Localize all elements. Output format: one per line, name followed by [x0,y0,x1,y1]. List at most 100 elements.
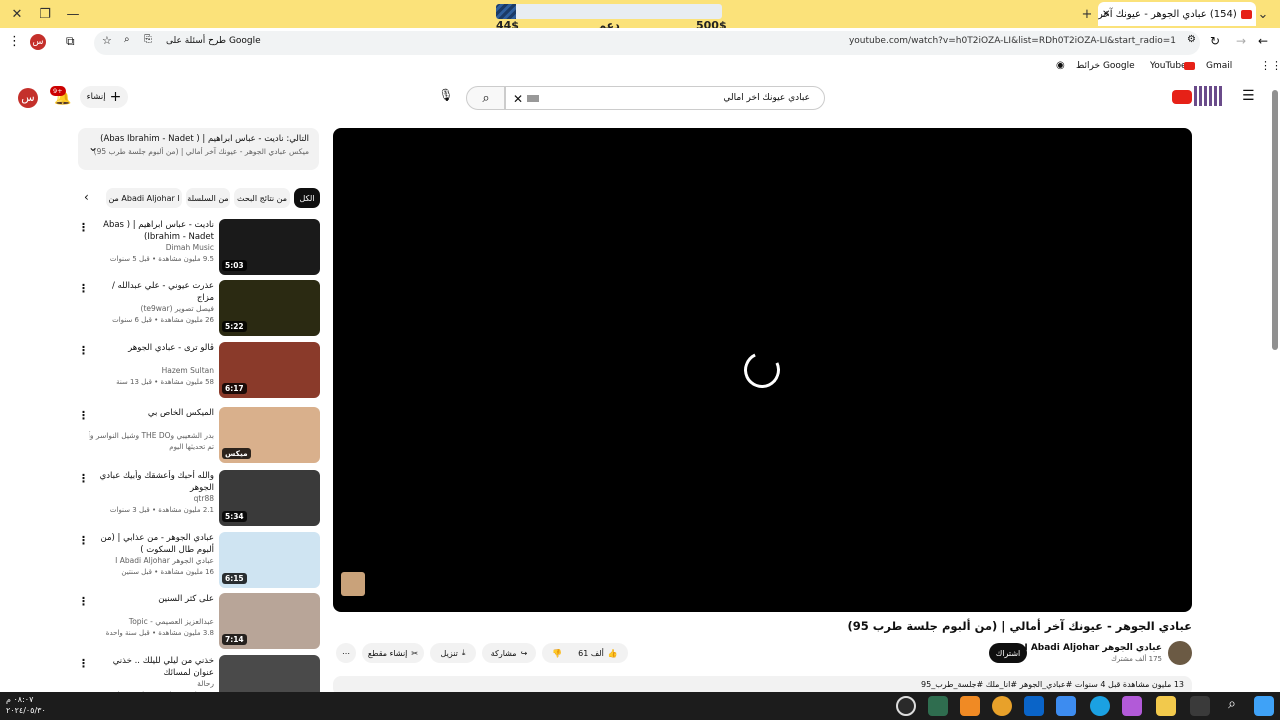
store-taskbar-icon[interactable] [1056,696,1076,716]
subscribe-button[interactable]: اشتراك [989,643,1027,663]
video-item-title[interactable]: خذني من ليلي لليلك .. خذني عنوان لمسائك [94,655,214,679]
extensions-icon[interactable]: ⧉ [66,34,75,49]
search-button[interactable]: ⌕ [466,86,506,110]
video-player[interactable] [333,128,1192,612]
tab-search-icon[interactable]: ⌄ [1246,0,1280,28]
browser-tab[interactable]: (154) عبادي الجوهر - عيونك آخر ✕ [1098,2,1256,26]
profile-avatar[interactable]: س [30,34,46,50]
video-item-title[interactable]: والله أحبك وأعشقك وأبيك عبادي الجوهر [94,470,214,494]
video-item-menu-icon[interactable]: ⋮ [78,595,89,608]
windows-start-icon[interactable] [1254,696,1274,716]
video-item-menu-icon[interactable]: ⋮ [78,657,89,670]
expand-chevron-icon[interactable]: ⌄ [88,140,98,154]
video-item-menu-icon[interactable]: ⋮ [78,344,89,357]
playlist-header[interactable]: التالي: ناديت - عباس ابراهيم | ( Abas Ib… [78,128,319,170]
video-item-title[interactable]: ڤالو ترى - عبادي الجوهر [94,342,214,354]
playlist-video-item[interactable]: خذني من ليلي لليلك .. خذني عنوان لمسائك ر… [78,655,320,692]
chip-search-results[interactable]: من نتائج البحث [234,188,290,208]
share-button[interactable]: مشاركة ↪ [482,643,536,663]
chips-prev-chevron-icon[interactable]: ‹ [84,190,89,204]
taskbar-search-icon[interactable]: ⌕ [1222,696,1242,716]
video-thumbnail[interactable]: 5:34 [219,470,320,526]
video-item-title[interactable]: على كثر السنين [94,593,214,605]
youtube-doodle-logo[interactable] [1194,86,1224,106]
playlist-video-item[interactable]: 5:03 ناديت - عباس ابراهيم | ( Abas Ibrahi… [78,219,320,275]
edge-taskbar-icon[interactable] [1090,696,1110,716]
task-view-icon[interactable] [1190,696,1210,716]
video-item-menu-icon[interactable]: ⋮ [78,409,89,422]
forward-icon[interactable]: → [1236,34,1246,48]
like-icon[interactable]: 👍 [608,649,618,658]
video-item-menu-icon[interactable]: ⋮ [78,472,89,485]
video-thumbnail[interactable]: 7:14 [219,593,320,649]
taskbar-app-icon[interactable] [928,696,948,716]
taskbar-app-icon[interactable] [960,696,980,716]
url-text[interactable]: youtube.com/watch?v=h0T2iOZA-LI&list=RDh… [849,36,1176,46]
back-icon[interactable]: ← [1258,34,1268,48]
playlist-video-item[interactable]: 5:34 والله أحبك وأعشقك وأبيك عبادي الجوهر… [78,470,320,526]
chrome-taskbar-icon[interactable] [992,696,1012,716]
more-actions-button[interactable]: ⋯ [336,643,356,663]
taskbar-time[interactable]: ٠٨:٠٧ م [6,695,33,704]
hamburger-menu-icon[interactable]: ☰ [1242,88,1255,104]
bookmark-gmail[interactable]: Gmail [1206,61,1232,71]
apps-grid-icon[interactable]: ⋮⋮ [1260,59,1280,72]
video-thumbnail[interactable]: ميكس [219,407,320,463]
dislike-icon[interactable]: 👎 [552,649,562,658]
user-avatar[interactable]: س [18,88,38,108]
video-item-title[interactable]: الميكس الخاص بي [94,407,214,419]
video-item-channel[interactable]: Dimah Music [89,243,214,252]
playlist-video-item[interactable]: ميكس الميكس الخاص بي بدر الشعيبي وTHE DO و… [78,407,320,463]
video-item-menu-icon[interactable]: ⋮ [78,221,89,234]
video-item-title[interactable]: عبادي الجوهر - من عذابي | (من ألبوم طال … [94,532,214,556]
video-item-channel[interactable]: عبدالعزيز العصيمي - Topic [89,617,214,626]
bookmark-star-icon[interactable]: ☆ [102,34,112,47]
search-input[interactable]: عبادي عيونك اخر امالي ✕ [504,86,825,110]
omnibox[interactable]: ☆ ⌕ ⎘ طرح أسئلة على Google youtube.com/w… [94,31,1200,55]
video-thumbnail[interactable]: 5:22 [219,280,320,336]
chip-from-channel[interactable]: من Abadi Aljohar l [106,188,182,208]
bookmark-maps[interactable]: خرائط Google [1076,61,1135,71]
bookmark-youtube[interactable]: YouTube [1150,61,1187,71]
download-button[interactable]: تنزيل ⤓ [430,643,476,663]
copilot-taskbar-icon[interactable] [1122,696,1142,716]
playlist-video-item[interactable]: 6:17 ڤالو ترى - عبادي الجوهر Hazem Sultan 5… [78,342,320,398]
video-thumbnail[interactable]: 6:17 [219,342,320,398]
outlook-taskbar-icon[interactable] [1024,696,1044,716]
video-item-channel[interactable]: qtr88 [89,494,214,503]
clip-button[interactable]: إنشاء مقطع ✂ [362,643,424,663]
video-item-channel[interactable]: فيصل تصوير (te9war) [89,304,215,313]
video-thumbnail[interactable] [219,655,320,692]
chip-from-series[interactable]: من السلسلة [186,188,230,208]
zoom-icon[interactable]: ⌕ [124,34,130,45]
video-item-channel[interactable]: بدر الشعيبي وTHE DO وشيل النواسر وآخرون [89,431,214,440]
create-button[interactable]: إنشاء + [80,86,128,108]
tab-close-icon[interactable]: ✕ [1102,9,1110,20]
playlist-video-item[interactable]: 7:14 على كثر السنين عبدالعزيز العصيمي - To… [78,593,320,649]
chip-all[interactable]: الكل [294,188,320,208]
taskbar-app-icon[interactable] [896,696,916,716]
video-item-title[interactable]: عذرت عيوني - علي عبدالله / مزاج [94,280,214,304]
playlist-video-item[interactable]: 5:22 عذرت عيوني - علي عبدالله / مزاج فيصل … [78,280,320,336]
channel-avatar[interactable] [1168,641,1192,665]
ask-google-button[interactable]: طرح أسئلة على Google [166,36,261,46]
video-thumbnail[interactable]: 5:03 [219,219,320,275]
video-item-menu-icon[interactable]: ⋮ [78,534,89,547]
screenshot-icon[interactable]: ⎘ [144,34,152,45]
minimize-window-icon[interactable]: — [56,0,90,28]
video-item-channel[interactable]: Hazem Sultan [89,366,214,375]
channel-name[interactable]: عبادي الجوهر I Abadi Aljohar [1024,643,1162,653]
video-item-channel[interactable]: عبادي الجوهر I Abadi Aljohar [89,556,214,565]
site-info-icon[interactable]: ⚙ [1187,34,1196,45]
video-item-title[interactable]: ناديت - عباس ابراهيم | ( Abas Ibrahim - … [94,219,214,243]
clear-search-icon[interactable]: ✕ [513,92,523,106]
video-item-channel[interactable]: رحالة [89,679,214,688]
youtube-logo-icon[interactable] [1172,90,1192,104]
menu-kebab-icon[interactable]: ⋮ [8,34,21,49]
microphone-icon[interactable]: 🎙 [436,88,456,108]
video-item-menu-icon[interactable]: ⋮ [78,282,89,295]
reload-icon[interactable]: ↻ [1210,34,1220,48]
taskbar-date[interactable]: ٢٠٢٤/٠٥/٣٠ [6,706,46,715]
keyboard-icon[interactable] [527,95,539,102]
page-scrollbar[interactable] [1272,90,1278,350]
